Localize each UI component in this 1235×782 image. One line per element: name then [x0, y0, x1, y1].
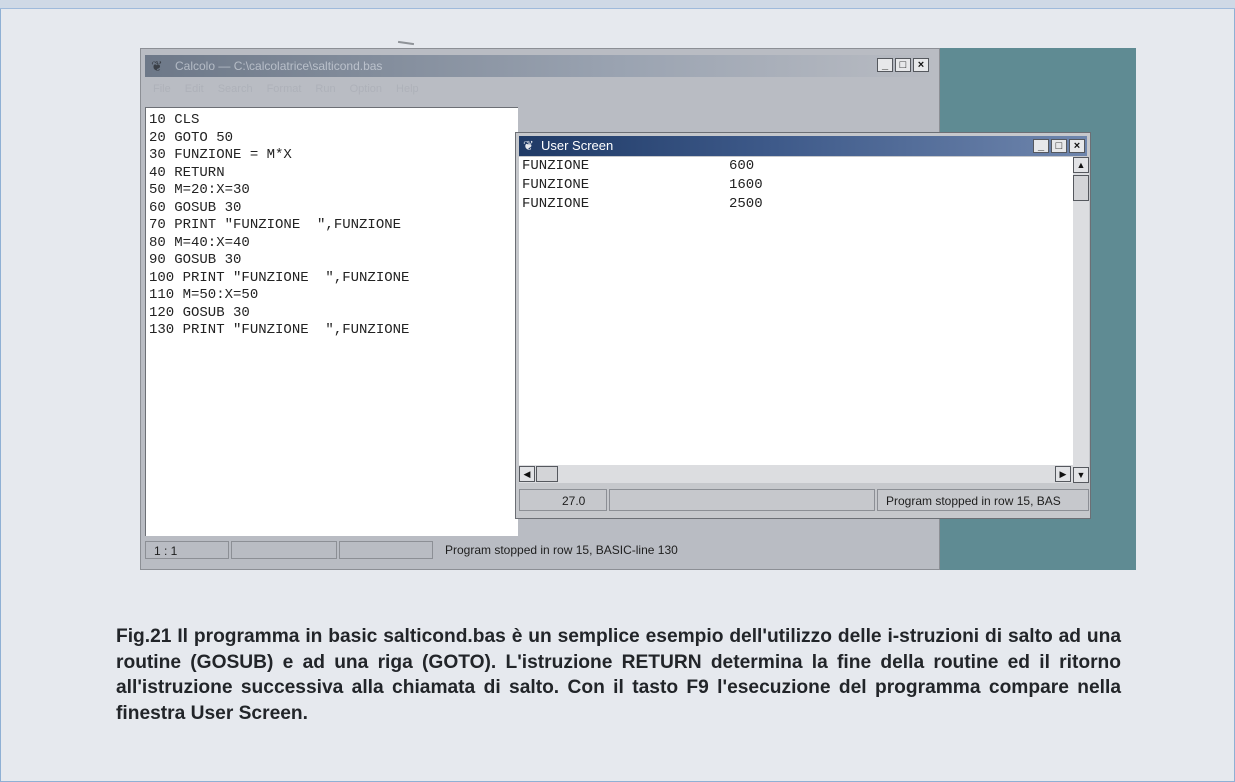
output-value: 1600	[729, 177, 763, 193]
editor-window-controls: _ □ ×	[877, 58, 929, 72]
status-value: 27.0	[519, 489, 607, 511]
minimize-button[interactable]: _	[1033, 139, 1049, 153]
code-line[interactable]: 60 GOSUB 30	[146, 200, 518, 218]
menu-edit[interactable]: Edit	[185, 79, 204, 99]
menu-help[interactable]: Help	[396, 79, 419, 99]
output-label: FUNZIONE	[522, 196, 590, 212]
output-label: FUNZIONE	[522, 158, 590, 174]
editor-title: Calcolo — C:\calcolatrice\salticond.bas	[175, 59, 383, 73]
output-value: 600	[729, 158, 755, 174]
horizontal-scrollbar[interactable]: ◀ ▶	[519, 465, 1073, 483]
app-icon: ❦	[523, 138, 534, 153]
status-message: Program stopped in row 15, BASIC-line 13…	[445, 543, 678, 557]
menu-run[interactable]: Run	[315, 79, 335, 99]
page-top-band	[0, 0, 1235, 9]
program-output: FUNZIONE 600 FUNZIONE 1600 FUNZIONE 2500	[519, 157, 1073, 465]
cursor-position: 1 : 1	[145, 541, 229, 559]
scroll-up-button[interactable]: ▲	[1073, 157, 1089, 173]
scroll-right-button[interactable]: ▶	[1055, 466, 1071, 482]
output-row: FUNZIONE 1600	[519, 176, 1073, 195]
code-line[interactable]: 90 GOSUB 30	[146, 252, 518, 270]
scroll-down-button[interactable]: ▼	[1073, 467, 1089, 483]
user-screen-window-controls: _ □ ×	[1033, 139, 1085, 153]
menu-option[interactable]: Option	[350, 79, 382, 99]
code-line[interactable]: 100 PRINT "FUNZIONE ",FUNZIONE	[146, 270, 518, 288]
status-cell-empty	[339, 541, 433, 559]
user-screen-title: User Screen	[541, 138, 614, 153]
user-screen-window: ❦ User Screen _ □ × FUNZIONE 600 FUNZION…	[515, 132, 1091, 519]
output-label: FUNZIONE	[522, 177, 590, 193]
menu-format[interactable]: Format	[267, 79, 302, 99]
status-message: Program stopped in row 15, BAS	[877, 489, 1089, 511]
status-cell-empty	[609, 489, 875, 511]
minimize-button[interactable]: _	[877, 58, 893, 72]
maximize-button[interactable]: □	[1051, 139, 1067, 153]
scroll-left-button[interactable]: ◀	[519, 466, 535, 482]
output-row: FUNZIONE 600	[519, 157, 1073, 176]
figure-caption: Fig.21 Il programma in basic salticond.b…	[116, 626, 1121, 724]
editor-titlebar[interactable]: ❦ Calcolo — C:\calcolatrice\salticond.ba…	[145, 55, 935, 77]
user-screen-titlebar[interactable]: ❦ User Screen _ □ ×	[519, 136, 1087, 156]
code-line[interactable]: 10 CLS	[146, 112, 518, 130]
status-cell-empty	[231, 541, 337, 559]
code-line[interactable]: 110 M=50:X=50	[146, 287, 518, 305]
scroll-thumb[interactable]	[1073, 175, 1089, 201]
close-button[interactable]: ×	[1069, 139, 1085, 153]
menu-search[interactable]: Search	[218, 79, 253, 99]
close-button[interactable]: ×	[913, 58, 929, 72]
code-line[interactable]: 30 FUNZIONE = M*X	[146, 147, 518, 165]
code-line[interactable]: 40 RETURN	[146, 165, 518, 183]
code-line[interactable]: 70 PRINT "FUNZIONE ",FUNZIONE	[146, 217, 518, 235]
scroll-thumb[interactable]	[536, 466, 558, 482]
code-editor[interactable]: 10 CLS 20 GOTO 50 30 FUNZIONE = M*X 40 R…	[145, 107, 518, 536]
output-row: FUNZIONE 2500	[519, 195, 1073, 214]
menu-bar: File Edit Search Format Run Option Help	[145, 79, 935, 99]
menu-file[interactable]: File	[153, 79, 171, 99]
code-line[interactable]: 20 GOTO 50	[146, 130, 518, 148]
maximize-button[interactable]: □	[895, 58, 911, 72]
app-icon: ❦	[151, 58, 163, 74]
code-line[interactable]: 130 PRINT "FUNZIONE ",FUNZIONE	[146, 322, 518, 340]
vertical-scrollbar[interactable]: ▲ ▼	[1073, 157, 1089, 483]
code-line[interactable]: 50 M=20:X=30	[146, 182, 518, 200]
code-line[interactable]: 80 M=40:X=40	[146, 235, 518, 253]
output-value: 2500	[729, 196, 763, 212]
editor-status-bar: 1 : 1 Program stopped in row 15, BASIC-l…	[145, 539, 935, 561]
code-line[interactable]: 120 GOSUB 30	[146, 305, 518, 323]
user-screen-status-bar: 27.0 Program stopped in row 15, BAS	[519, 486, 1089, 514]
